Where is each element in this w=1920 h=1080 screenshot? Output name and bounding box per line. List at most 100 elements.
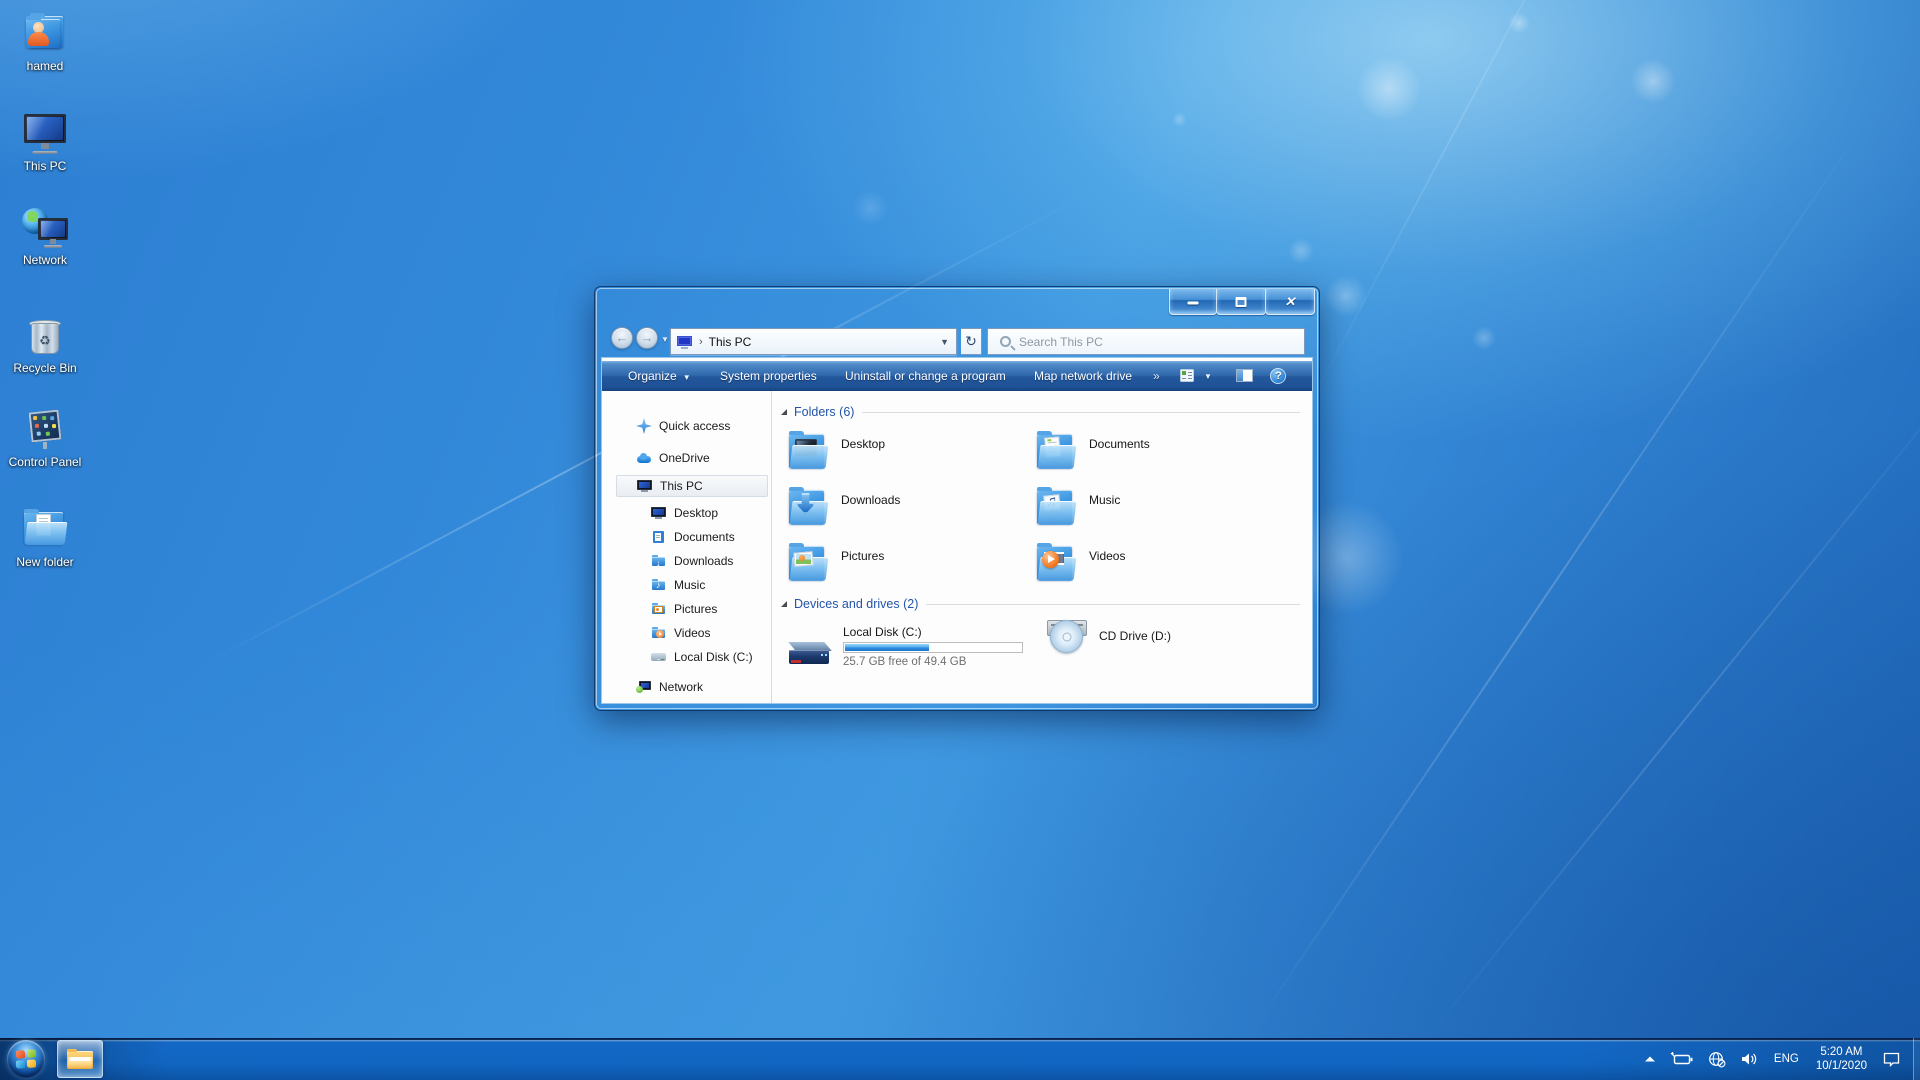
file-explorer-icon — [67, 1049, 93, 1069]
command-bar: Organize▼ System properties Uninstall or… — [602, 361, 1312, 391]
back-arrow-icon: ← — [616, 331, 629, 344]
folder-tile-videos[interactable]: Videos — [1033, 540, 1279, 592]
address-dropdown-icon[interactable]: ▼ — [940, 337, 949, 347]
folder-tile-desktop[interactable]: Desktop — [785, 428, 1031, 480]
map-network-drive-button[interactable]: Map network drive — [1034, 361, 1132, 391]
sidebar-item-pictures[interactable]: Pictures — [602, 598, 771, 620]
wallpaper-bokeh — [1472, 326, 1496, 350]
wallpaper-bokeh — [1356, 56, 1422, 122]
organize-button[interactable]: Organize▼ — [628, 361, 691, 391]
folder-tile-downloads[interactable]: Downloads — [785, 484, 1031, 536]
sidebar-item-network[interactable]: Network — [602, 676, 771, 698]
drive-tile-local-disk[interactable]: Local Disk (C:) 25.7 GB free of 49.4 GB — [785, 616, 1031, 674]
chevron-up-icon — [1644, 1055, 1656, 1063]
explorer-body: Quick access OneDrive This PC Desktop Do… — [602, 391, 1312, 703]
volume-icon[interactable] — [1733, 1038, 1765, 1080]
collapse-triangle-icon — [781, 601, 787, 607]
recycle-bin-icon: ♻ — [20, 314, 70, 358]
desktop-icon-this-pc[interactable]: This PC — [2, 112, 88, 175]
sidebar-item-quick-access[interactable]: Quick access — [602, 415, 771, 437]
desktop-icon-network[interactable]: Network — [2, 206, 88, 269]
recent-locations-caret-icon[interactable]: ▼ — [661, 335, 669, 344]
wallpaper-light-beam — [1300, 0, 1659, 421]
explorer-window: ✕ ← → ▼ › This PC ▼ ↻ Organize▼ System p… — [595, 287, 1319, 710]
sidebar-item-downloads[interactable]: ↓ Downloads — [602, 550, 771, 572]
folder-tile-music[interactable]: ♫ Music — [1033, 484, 1279, 536]
desktop-folder-icon — [651, 505, 667, 521]
refresh-button[interactable]: ↻ — [961, 328, 982, 355]
help-button[interactable]: ? — [1270, 368, 1287, 384]
sidebar-item-this-pc[interactable]: This PC — [616, 475, 768, 497]
desktop-folder-icon — [785, 430, 831, 476]
windows-logo-icon — [16, 1049, 36, 1068]
wallpaper-light-beam — [1245, 111, 1873, 1041]
show-desktop-button[interactable] — [1913, 1038, 1920, 1080]
disk-usage-bar — [843, 642, 1023, 653]
battery-status-icon[interactable] — [1663, 1038, 1701, 1080]
network-icon — [20, 206, 70, 250]
sidebar-item-onedrive[interactable]: OneDrive — [602, 447, 771, 469]
sidebar-item-music[interactable]: ♪ Music — [602, 574, 771, 596]
uninstall-program-button[interactable]: Uninstall or change a program — [845, 361, 1006, 391]
group-header-folders[interactable]: Folders (6) — [781, 404, 1300, 420]
sidebar-item-desktop[interactable]: Desktop — [602, 502, 771, 524]
preview-pane-icon — [1236, 369, 1253, 382]
network-icon — [636, 679, 652, 695]
search-input[interactable] — [1019, 335, 1304, 349]
sidebar-item-local-disk[interactable]: Local Disk (C:) — [602, 646, 771, 668]
local-disk-icon — [651, 649, 667, 665]
documents-folder-icon — [651, 529, 667, 545]
preview-pane-button[interactable] — [1236, 368, 1254, 384]
sidebar-item-videos[interactable]: Videos — [602, 622, 771, 644]
music-folder-icon: ♪ — [651, 577, 667, 593]
wallpaper-bokeh — [1508, 12, 1530, 34]
videos-folder-icon — [1033, 542, 1079, 588]
network-status-icon[interactable] — [1701, 1038, 1733, 1080]
views-caret-icon[interactable]: ▼ — [1204, 372, 1212, 381]
this-pc-mini-icon — [677, 336, 692, 348]
tray-overflow-button[interactable] — [1637, 1038, 1663, 1080]
action-center-button[interactable] — [1875, 1038, 1908, 1080]
address-bar[interactable]: › This PC ▼ — [670, 328, 957, 355]
sidebar-item-documents[interactable]: Documents — [602, 526, 771, 548]
close-button[interactable]: ✕ — [1265, 289, 1315, 315]
system-properties-button[interactable]: System properties — [720, 361, 817, 391]
user-person-icon — [28, 22, 50, 48]
search-box[interactable] — [987, 328, 1305, 355]
group-header-devices[interactable]: Devices and drives (2) — [781, 596, 1300, 612]
desktop-icon-user-folder[interactable]: hamed — [2, 12, 88, 75]
forward-button[interactable]: → — [636, 327, 658, 349]
desktop-icon-control-panel[interactable]: Control Panel — [2, 408, 88, 471]
pictures-folder-icon — [651, 601, 667, 617]
control-panel-icon — [20, 408, 70, 452]
taskbar-file-explorer-button[interactable] — [57, 1040, 103, 1078]
desktop-icon-label: Network — [23, 253, 67, 267]
taskbar-clock[interactable]: 5:20 AM 10/1/2020 — [1808, 1045, 1875, 1073]
minimize-button[interactable] — [1169, 289, 1217, 315]
drive-name: Local Disk (C:) — [843, 625, 1023, 639]
maximize-icon — [1236, 297, 1247, 307]
change-view-button[interactable] — [1180, 368, 1196, 384]
maximize-button[interactable] — [1216, 289, 1266, 315]
desktop-icon-label: hamed — [27, 59, 64, 73]
drive-tile-cd[interactable]: CD Drive (D:) — [1033, 616, 1279, 674]
back-button[interactable]: ← — [611, 327, 633, 349]
toolbar-overflow-button[interactable]: » — [1153, 361, 1161, 391]
folder-tile-documents[interactable]: Documents — [1033, 428, 1279, 480]
breadcrumb[interactable]: › This PC — [671, 329, 940, 354]
desktop-icon-label: This PC — [24, 159, 67, 173]
desktop-icon-new-folder[interactable]: New folder — [2, 508, 88, 571]
folder-tile-pictures[interactable]: Pictures — [785, 540, 1031, 592]
desktop-icon-label: Control Panel — [9, 455, 82, 469]
desktop-icon-recycle-bin[interactable]: ♻ Recycle Bin — [2, 314, 88, 377]
window-content: Organize▼ System properties Uninstall or… — [602, 358, 1312, 703]
quick-access-icon — [636, 418, 652, 434]
language-indicator[interactable]: ENG — [1765, 1053, 1808, 1065]
pictures-folder-icon — [785, 542, 831, 588]
organize-caret-icon: ▼ — [683, 373, 691, 382]
action-center-icon — [1882, 1051, 1901, 1067]
start-button[interactable] — [7, 1040, 45, 1078]
this-pc-icon — [637, 478, 653, 494]
cd-drive-icon — [1045, 620, 1089, 666]
hard-drive-icon — [789, 642, 831, 668]
